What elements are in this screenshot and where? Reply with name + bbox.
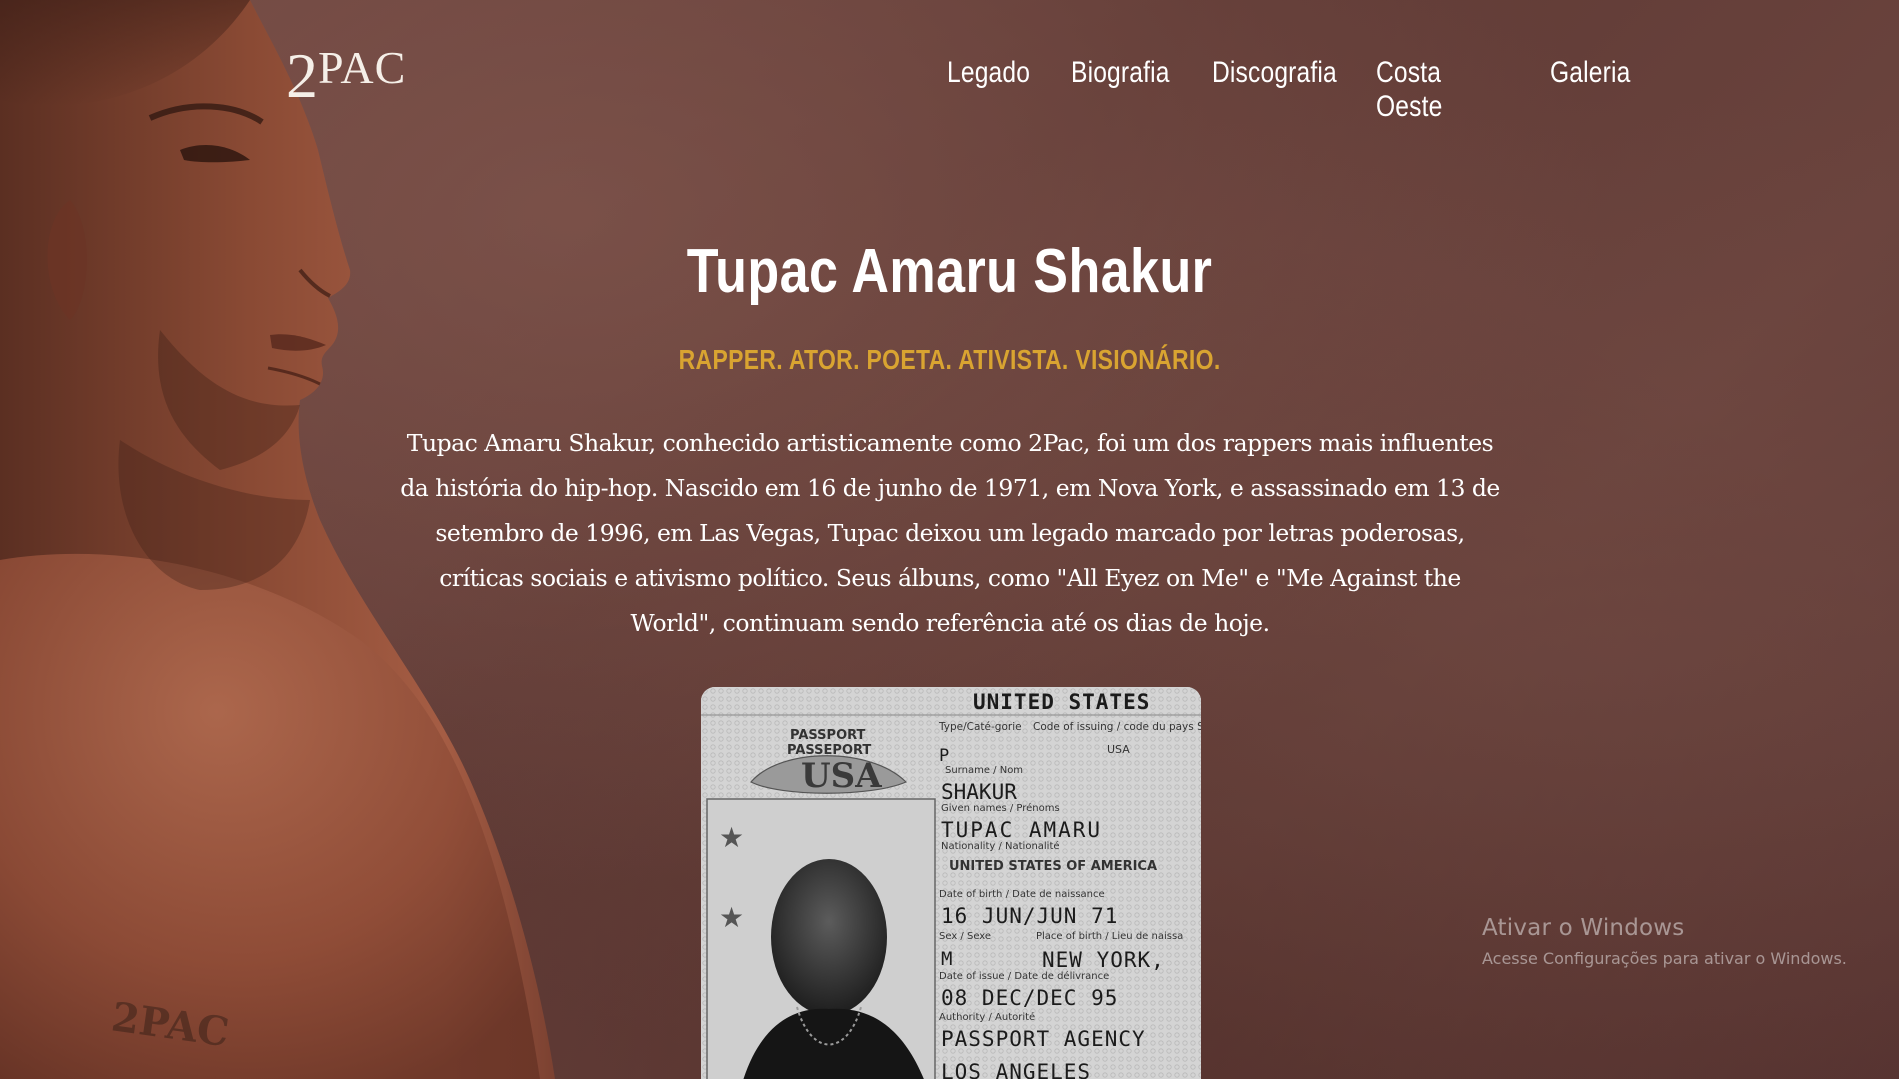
issue-date-label: Date of issue / Date de délivrance [939,970,1109,982]
main-nav: Legado Biografia Discografia Costa Oeste… [947,56,1630,124]
issuing-code-value: USA [1107,743,1130,756]
nationality-value: UNITED STATES OF AMERICA [949,859,1157,874]
type-label: Type/Caté-gorie [938,721,1022,733]
nav-item-galeria: Galeria [1550,56,1630,124]
passport-label: PASSPORT [790,728,866,743]
nav-item-biografia: Biografia [1071,56,1169,124]
type-value: P [939,746,949,766]
page-title: Tupac Amaru Shakur [686,237,1213,306]
passport-usa-emblem: USA [801,756,882,796]
nav-link-costa-oeste[interactable]: Costa Oeste [1376,56,1483,124]
passport-image: UNITED STATES PASSPORT PASSEPORT USA ★ ★… [701,687,1201,1079]
authority-city-value: LOS ANGELES [941,1060,1091,1079]
nationality-label: Nationality / Nationalité [941,840,1060,852]
sex-value: M [941,948,952,970]
nav-link-legado[interactable]: Legado [947,56,1030,90]
logo-text: PAC [318,42,407,93]
issuing-code-label: Code of issuing / code du pays State éme… [1033,721,1201,733]
given-names-value: TUPAC AMARU [941,818,1102,842]
sex-label: Sex / Sexe [939,931,991,942]
authority-value: PASSPORT AGENCY [941,1027,1146,1051]
nav-item-discografia: Discografia [1212,56,1337,124]
windows-activation-watermark: Ativar o Windows Acesse Configurações pa… [1482,915,1847,968]
watermark-title: Ativar o Windows [1482,915,1685,941]
passport-header: UNITED STATES [973,690,1150,714]
dob-value: 16 JUN/JUN 71 [941,904,1118,928]
nav-item-costa-oeste: Costa Oeste [1376,56,1507,124]
page: 2PAC 2PAC Legado Biografia Discografia C… [0,0,1899,1079]
place-of-birth-label: Place of birth / Lieu de naissa [1036,931,1183,942]
nav-link-galeria[interactable]: Galeria [1550,56,1630,90]
given-names-label: Given names / Prénoms [941,802,1060,814]
star-icon: ★ [719,821,744,854]
issue-date-value: 08 DEC/DEC 95 [941,986,1118,1010]
biography-text: Tupac Amaru Shakur, conhecido artisticam… [400,429,1500,637]
watermark-subtitle: Acesse Configurações para ativar o Windo… [1482,949,1847,968]
nav-link-biografia[interactable]: Biografia [1071,56,1170,90]
logo-digit: 2 [286,40,318,111]
nav-item-legado: Legado [947,56,1030,124]
site-logo[interactable]: 2PAC [286,30,407,108]
surname-label: Surname / Nom [945,765,1023,776]
nav-link-discografia[interactable]: Discografia [1212,56,1337,90]
dob-label: Date of birth / Date de naissance [939,889,1105,900]
place-of-birth-value: NEW YORK, [1042,948,1165,972]
surname-value: SHAKUR [941,780,1017,804]
tagline: RAPPER. ATOR. POETA. ATIVISTA. VISIONÁRI… [678,344,1221,375]
authority-label: Authority / Autorité [939,1011,1035,1023]
star-icon: ★ [719,901,744,934]
